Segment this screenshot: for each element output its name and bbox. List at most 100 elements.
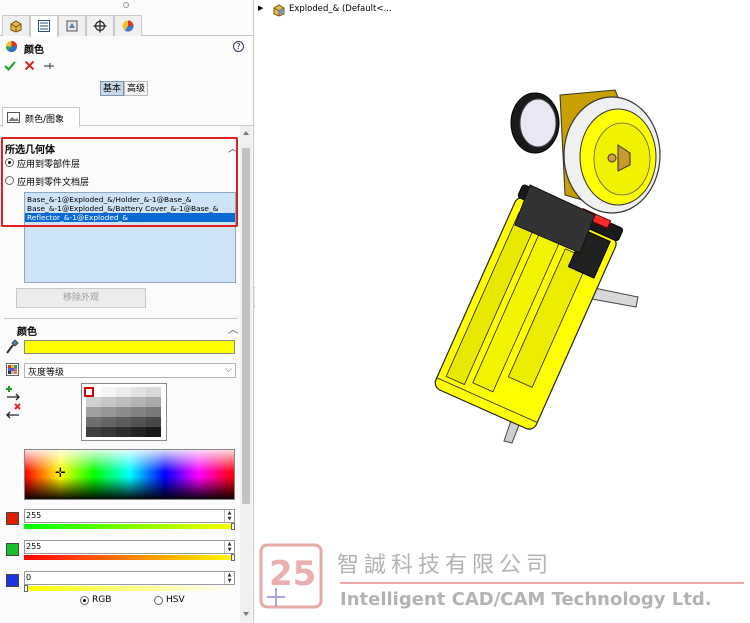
- color-wheel-icon: [5, 40, 18, 53]
- ok-check-icon[interactable]: [4, 60, 16, 72]
- gray-swatch[interactable]: [101, 407, 116, 417]
- manager-tabs: [0, 12, 254, 37]
- gray-swatch[interactable]: [146, 407, 161, 417]
- watermark-company-en: Intelligent CAD/CAM Technology Ltd.: [340, 589, 712, 610]
- tab-configuration-manager[interactable]: [58, 15, 86, 36]
- gray-swatch[interactable]: [131, 407, 146, 417]
- subtab-label: 颜色/图象: [25, 115, 65, 125]
- palette-selected-value: 灰度等级: [28, 368, 65, 378]
- scrollbar-thumb[interactable]: [242, 148, 250, 504]
- panel-grip[interactable]: [0, 0, 254, 10]
- tab-dimxpert-manager[interactable]: [86, 15, 114, 36]
- gray-swatch[interactable]: [116, 397, 131, 407]
- gray-swatch[interactable]: [146, 387, 161, 397]
- gray-swatch[interactable]: [101, 387, 116, 397]
- tab-property-manager[interactable]: [30, 15, 58, 37]
- annotation-highlight-box: [1, 137, 238, 227]
- gray-swatch[interactable]: [131, 387, 146, 397]
- red-value: 255: [26, 511, 42, 520]
- scroll-down-arrow-icon[interactable]: [242, 610, 250, 618]
- gray-swatch[interactable]: [86, 407, 101, 417]
- scroll-up-arrow-icon[interactable]: [242, 129, 250, 137]
- cancel-x-icon[interactable]: [24, 60, 35, 71]
- collapse-chevron-up-icon[interactable]: ︿: [228, 321, 238, 336]
- subtab-bar: 颜色/图象: [0, 105, 254, 127]
- gray-swatch[interactable]: [116, 427, 131, 437]
- gray-swatch[interactable]: [86, 427, 101, 437]
- radio-label: RGB: [92, 595, 112, 605]
- radio-hsv[interactable]: HSV: [154, 595, 214, 607]
- radio-rgb[interactable]: RGB: [80, 595, 140, 607]
- current-color-swatch[interactable]: [24, 340, 235, 354]
- blue-value: 0: [26, 573, 32, 582]
- blue-channel-swatch: [6, 574, 19, 587]
- green-channel-row: 255 ▲ ▼: [0, 540, 240, 570]
- gray-swatch[interactable]: [86, 417, 101, 427]
- flashlight-model[interactable]: [380, 75, 710, 455]
- remove-swatch-icon[interactable]: [5, 403, 21, 419]
- gray-swatch[interactable]: [116, 407, 131, 417]
- assembly-icon: [273, 4, 285, 17]
- tab-display-manager[interactable]: [114, 15, 142, 36]
- remove-appearance-button[interactable]: 移除外观: [16, 288, 146, 308]
- color-group-title: 颜色: [17, 327, 37, 338]
- mode-toggle: 基本 高级: [100, 81, 149, 96]
- green-channel-swatch: [6, 543, 19, 556]
- image-icon: [7, 112, 20, 123]
- app-window: 颜色 ? 基本 高级 颜色/图象 所选几何体 应用到零部件层 应用到零件文档层 …: [0, 0, 750, 623]
- gray-swatch[interactable]: [101, 397, 116, 407]
- green-slider-track[interactable]: [24, 555, 235, 560]
- expand-arrow-icon[interactable]: ▶: [258, 4, 263, 12]
- radio-button[interactable]: [154, 596, 163, 605]
- eyedropper-icon[interactable]: [5, 339, 19, 355]
- feature-tree-icon: [10, 20, 22, 33]
- palette-grid-icon[interactable]: [6, 363, 19, 376]
- company-logo-icon: 25: [259, 543, 323, 609]
- tab-feature-manager[interactable]: [2, 15, 30, 36]
- tab-color-image[interactable]: 颜色/图象: [2, 107, 80, 127]
- spectrum-crosshair-icon[interactable]: ✛: [55, 466, 66, 481]
- gray-swatch[interactable]: [86, 397, 101, 407]
- advanced-mode-button[interactable]: 高级: [124, 81, 149, 96]
- blue-value-input[interactable]: 0 ▲ ▼: [24, 571, 235, 585]
- basic-mode-button[interactable]: 基本: [100, 81, 125, 96]
- divider: [4, 318, 238, 319]
- gray-swatch[interactable]: [146, 397, 161, 407]
- spinner-icon[interactable]: ▲ ▼: [224, 541, 234, 553]
- gray-swatch[interactable]: [101, 417, 116, 427]
- gray-swatch[interactable]: [116, 387, 131, 397]
- watermark-company-cn: 智誠科技有限公司: [337, 553, 554, 578]
- blue-slider-track[interactable]: [24, 586, 235, 591]
- gray-swatch[interactable]: [146, 417, 161, 427]
- radio-button[interactable]: [80, 596, 89, 605]
- red-slider-track[interactable]: [24, 524, 235, 529]
- add-swatch-icon[interactable]: [5, 385, 21, 401]
- property-manager-panel: 颜色 ? 基本 高级 颜色/图象 所选几何体 应用到零部件层 应用到零件文档层 …: [0, 0, 254, 623]
- green-value-input[interactable]: 255 ▲ ▼: [24, 540, 235, 554]
- display-manager-icon: [122, 20, 134, 32]
- blue-slider-thumb[interactable]: [24, 585, 28, 592]
- red-channel-row: 255 ▲ ▼: [0, 509, 240, 539]
- watermark-rule: [340, 582, 744, 584]
- gray-swatch[interactable]: [131, 417, 146, 427]
- red-channel-swatch: [6, 512, 19, 525]
- gray-swatch[interactable]: [131, 427, 146, 437]
- grayscale-swatch-palette[interactable]: [81, 383, 167, 441]
- tree-root-label: Exploded_& (Default<...: [289, 4, 392, 14]
- spinner-icon[interactable]: ▲ ▼: [224, 572, 234, 584]
- green-value: 255: [26, 542, 42, 551]
- gray-swatch[interactable]: [101, 427, 116, 437]
- pushpin-icon[interactable]: [43, 61, 55, 71]
- palette-dropdown[interactable]: 灰度等级 ⌵: [24, 363, 236, 378]
- red-value-input[interactable]: 255 ▲ ▼: [24, 509, 235, 523]
- green-slider-thumb[interactable]: [231, 554, 235, 561]
- chevron-down-icon: ⌵: [225, 365, 232, 375]
- gray-swatch[interactable]: [116, 417, 131, 427]
- red-slider-thumb[interactable]: [231, 523, 235, 530]
- spinner-icon[interactable]: ▲ ▼: [224, 510, 234, 522]
- page-title: 颜色: [24, 45, 44, 56]
- help-icon[interactable]: ?: [233, 41, 244, 52]
- gray-swatch[interactable]: [146, 427, 161, 437]
- pm-header: 颜色 ?: [0, 36, 254, 56]
- gray-swatch[interactable]: [131, 397, 146, 407]
